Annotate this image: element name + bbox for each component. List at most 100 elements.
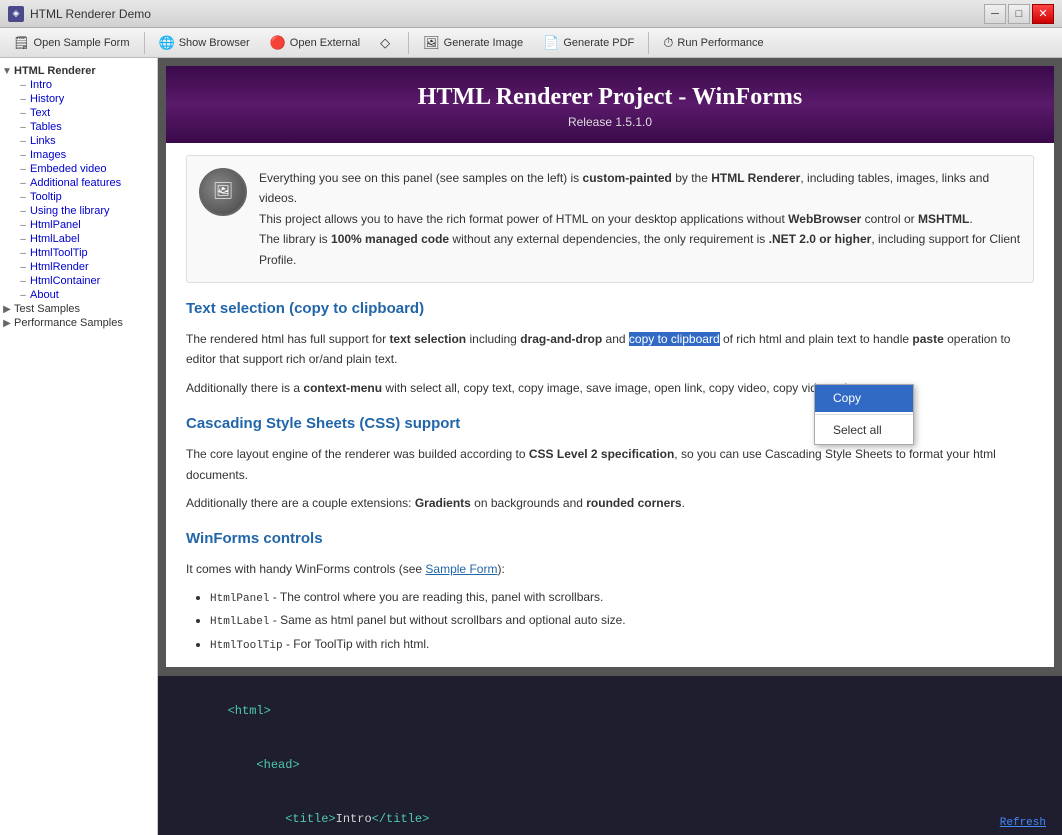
toolbar: 🗒 Open Sample Form 🌐 Show Browser 🔴 Open…: [0, 28, 1062, 58]
html-render-area[interactable]: HTML Renderer Project - WinForms Release…: [166, 66, 1054, 667]
section3-title: WinForms controls: [186, 527, 1034, 551]
root-expand-icon: ▼: [0, 66, 14, 77]
tree-label-about: About: [30, 289, 59, 301]
section2-text2: Additionally there are a couple extensio…: [186, 493, 1034, 513]
tree-item-tables[interactable]: – Tables: [0, 120, 157, 134]
tree-label-additional: Additional features: [30, 177, 121, 189]
history-expand: –: [16, 94, 30, 105]
list-item-htmltooltip: HtmlToolTip - For ToolTip with rich html…: [210, 635, 1034, 656]
tree-root: ▼ HTML Renderer – Intro – History – Text: [0, 62, 157, 332]
tree-label-htmlcontainer: HtmlContainer: [30, 275, 100, 287]
about-expand: –: [16, 290, 30, 301]
sample-form-link[interactable]: Sample Form: [425, 562, 497, 576]
google-icon: 🔴: [270, 35, 286, 51]
section1-text1: The rendered html has full support for t…: [186, 329, 1034, 370]
context-menu-separator: [815, 414, 913, 415]
close-button[interactable]: ✕: [1032, 4, 1054, 24]
tooltip-expand: –: [16, 192, 30, 203]
tree-label-embedded-video: Embeded video: [30, 163, 106, 175]
code-icon: ◇: [380, 35, 390, 51]
test-samples-expand: ▶: [0, 304, 14, 315]
right-area: HTML Renderer Project - WinForms Release…: [158, 58, 1062, 835]
refresh-link[interactable]: Refresh: [1000, 817, 1046, 829]
run-performance-button[interactable]: ⏱ Run Performance: [654, 31, 772, 55]
context-menu-copy[interactable]: Copy: [815, 385, 913, 412]
tree-label-using: Using the library: [30, 205, 109, 217]
tree-root-item[interactable]: ▼ HTML Renderer: [0, 64, 157, 78]
tree-label-performance: Performance Samples: [14, 317, 123, 329]
section1-title: Text selection (copy to clipboard): [186, 297, 1034, 321]
htmlrender-expand: –: [16, 262, 30, 273]
text-expand: –: [16, 108, 30, 119]
title-bar: ◈ HTML Renderer Demo ─ □ ✕: [0, 0, 1062, 28]
main-area: ▼ HTML Renderer – Intro – History – Text: [0, 58, 1062, 835]
tree-label-links: Links: [30, 135, 56, 147]
tree-item-images[interactable]: – Images: [0, 148, 157, 162]
context-menu-select-all[interactable]: Select all: [815, 417, 913, 444]
tree-item-text[interactable]: – Text: [0, 106, 157, 120]
open-external-button[interactable]: 🔴 Open External: [261, 31, 370, 55]
htmllabel-expand: –: [16, 234, 30, 245]
tree-item-embedded-video[interactable]: – Embeded video: [0, 162, 157, 176]
maximize-button[interactable]: □: [1008, 4, 1030, 24]
separator-2: [408, 32, 409, 54]
tree-item-about[interactable]: – About: [0, 288, 157, 302]
list-item-htmlpanel: HtmlPanel - The control where you are re…: [210, 588, 1034, 609]
open-sample-button[interactable]: 🗒 Open Sample Form: [4, 31, 139, 55]
htmlpanel-expand: –: [16, 220, 30, 231]
list-item-htmllabel: HtmlLabel - Same as html panel but witho…: [210, 611, 1034, 632]
generate-image-button[interactable]: 🖼 Generate Image: [414, 31, 532, 55]
code-line-2: <head>: [170, 738, 1050, 792]
tree-item-performance[interactable]: ▶ Performance Samples: [0, 316, 157, 330]
tree-item-links[interactable]: – Links: [0, 134, 157, 148]
tree-label-history: History: [30, 93, 64, 105]
tree-label-htmltooltip: HtmlToolTip: [30, 247, 88, 259]
images-expand: –: [16, 150, 30, 161]
tree-label-images: Images: [30, 149, 66, 161]
separator-1: [144, 32, 145, 54]
tree-item-additional[interactable]: – Additional features: [0, 176, 157, 190]
using-expand: –: [16, 206, 30, 217]
tree-label-htmllabel: HtmlLabel: [30, 233, 80, 245]
page-title: HTML Renderer Project - WinForms: [186, 84, 1034, 111]
additional-expand: –: [16, 178, 30, 189]
tree-item-htmlpanel[interactable]: – HtmlPanel: [0, 218, 157, 232]
separator-3: [648, 32, 649, 54]
intro-expand: –: [16, 80, 30, 91]
tree-item-htmllabel[interactable]: – HtmlLabel: [0, 232, 157, 246]
tree-item-test-samples[interactable]: ▶ Test Samples: [0, 302, 157, 316]
tree-item-intro[interactable]: – Intro: [0, 78, 157, 92]
tree-item-tooltip[interactable]: – Tooltip: [0, 190, 157, 204]
open-code-button[interactable]: ◇: [371, 31, 403, 55]
controls-list: HtmlPanel - The control where you are re…: [210, 588, 1034, 656]
performance-expand: ▶: [0, 318, 14, 329]
intro-text-block: Everything you see on this panel (see sa…: [259, 168, 1021, 270]
tree-label-intro: Intro: [30, 79, 52, 91]
perf-icon: ⏱: [663, 35, 673, 51]
tables-expand: –: [16, 122, 30, 133]
show-browser-button[interactable]: 🌐 Show Browser: [150, 31, 259, 55]
code-line-3: <title>Intro</title>: [170, 792, 1050, 835]
tree-item-htmlcontainer[interactable]: – HtmlContainer: [0, 274, 157, 288]
section3-text1: It comes with handy WinForms controls (s…: [186, 559, 1034, 579]
tree-item-history[interactable]: – History: [0, 92, 157, 106]
window-title: HTML Renderer Demo: [30, 7, 151, 21]
image-icon: 🖼: [423, 35, 440, 51]
code-pane[interactable]: <html> <head> <title>Intro</title> <link…: [158, 675, 1062, 835]
tree-label-tooltip: Tooltip: [30, 191, 62, 203]
form-icon: 🗒: [13, 35, 30, 51]
minimize-button[interactable]: ─: [984, 4, 1006, 24]
tree-label-htmlrender: HtmlRender: [30, 261, 89, 273]
html-header: HTML Renderer Project - WinForms Release…: [166, 66, 1054, 143]
tree-item-using[interactable]: – Using the library: [0, 204, 157, 218]
tree-item-htmltooltip[interactable]: – HtmlToolTip: [0, 246, 157, 260]
browser-icon: 🌐: [159, 35, 175, 51]
tree-label-tables: Tables: [30, 121, 62, 133]
html-body: 🖼 Everything you see on this panel (see …: [166, 143, 1054, 667]
generate-pdf-button[interactable]: 📄 Generate PDF: [534, 31, 643, 55]
embedded-video-expand: –: [16, 164, 30, 175]
content-pane[interactable]: HTML Renderer Project - WinForms Release…: [158, 58, 1062, 675]
code-line-1: <html>: [170, 684, 1050, 738]
selected-text: copy to clipboard: [629, 332, 720, 346]
tree-item-htmlrender[interactable]: – HtmlRender: [0, 260, 157, 274]
